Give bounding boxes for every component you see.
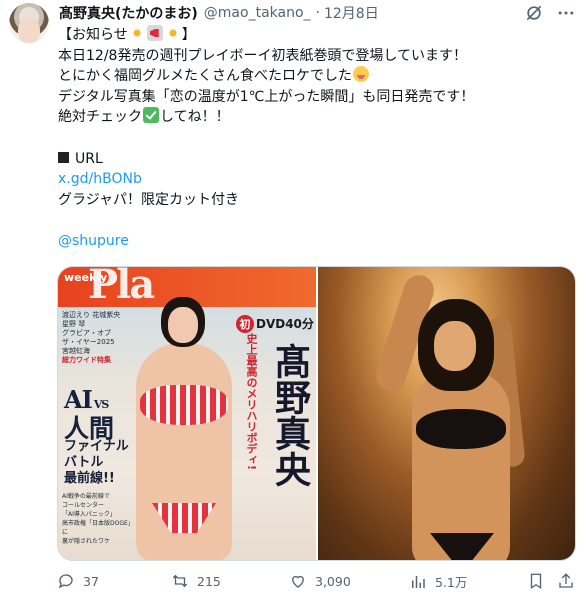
media-grid: weekly Pla 渡辺えり 花城紫央 星野 琴 グラビア・オブ ザ・イヤー2… (57, 266, 576, 561)
more-icon[interactable] (556, 3, 576, 23)
like-count: 3,090 (315, 573, 351, 589)
megaphone-emoji-icon (146, 25, 163, 41)
reply-icon (58, 574, 73, 589)
black-square-icon (58, 151, 69, 163)
cover-headlines: 渡辺えり 花城紫央 星野 琴 グラビア・オブ ザ・イヤー2025 宮越虹海 総力… (62, 311, 121, 364)
yum-face-emoji-icon (353, 66, 369, 83)
url-link[interactable]: x.gd/hBONb (58, 171, 142, 187)
grok-icon[interactable] (524, 3, 544, 23)
views-button[interactable]: 5.1万 (409, 572, 467, 591)
cover-final-battle: ファイナル バトル 最前線!! (64, 439, 129, 486)
tweet-line: 【お知らせ】 (58, 25, 196, 43)
like-button[interactable]: 3,090 (289, 572, 351, 590)
sparkle-emoji-icon (164, 25, 181, 41)
repost-icon (172, 574, 188, 588)
tweet-line: @shupure (58, 231, 576, 252)
share-button[interactable] (557, 572, 575, 590)
sparkle-emoji-icon (128, 25, 145, 41)
action-bar: 37 215 3,090 5.1万 (57, 570, 576, 594)
analytics-icon (412, 575, 425, 588)
tweet-line: 本日12/8発売の週刊プレイボーイ初表紙巻頭で登場しています！ (58, 47, 468, 64)
views-count: 5.1万 (435, 575, 468, 590)
photo-model-figure (372, 271, 528, 560)
repost-count: 215 (197, 573, 221, 589)
tweet-header: 髙野真央(たかのまお) @mao_takano_ · 12月8日 (59, 3, 576, 23)
cover-tagline: 史上最高のメリハリボディ! (245, 333, 258, 471)
mention-link[interactable]: @shupure (58, 233, 129, 249)
bookmark-button[interactable] (527, 572, 545, 590)
tweet-line: デジタル写真集「恋の温度が1℃上がった瞬間」も同日発売です！ (58, 88, 475, 105)
cover-name: 髙野真央 (269, 343, 311, 487)
repost-button[interactable]: 215 (171, 572, 221, 590)
cover-model-figure (128, 297, 238, 560)
check-mark-emoji-icon (143, 107, 159, 124)
reply-count: 37 (83, 573, 99, 589)
tweet-line: x.gd/hBONb (58, 169, 576, 190)
timestamp[interactable]: 12月8日 (324, 3, 379, 23)
first-badge: 初 (236, 315, 254, 333)
display-name[interactable]: 髙野真央(たかのまお) (59, 3, 198, 23)
avatar[interactable] (9, 3, 49, 43)
handle[interactable]: @mao_takano_ (204, 5, 311, 21)
photo-image[interactable] (318, 267, 575, 560)
magazine-cover-image[interactable]: weekly Pla 渡辺えり 花城紫央 星野 琴 グラビア・オブ ザ・イヤー2… (58, 267, 316, 560)
tweet-line: 絶対チェック してね！！ (58, 107, 230, 126)
reply-button[interactable]: 37 (57, 572, 99, 590)
tweet-text: 【お知らせ】 本日12/8発売の週刊プレイボーイ初表紙巻頭で登場しています！ と… (58, 25, 576, 252)
cover-small-text: AI戦争の最前線で コールセンター 「AI導入パニック」 高市政権「日本版DOG… (62, 493, 131, 545)
heart-icon (292, 575, 304, 588)
header-icons (524, 3, 576, 23)
tweet-line: URL (58, 149, 576, 170)
cover-dvd-label: DVD40分 (256, 317, 314, 331)
separator: · (315, 5, 320, 21)
share-icon (559, 573, 573, 588)
tweet-line: グラジャパ！限定カット付き (58, 191, 240, 208)
tweet-line: とにかく福岡グルメたくさん食べたロケでした (58, 66, 576, 87)
bookmark-icon (530, 573, 542, 590)
